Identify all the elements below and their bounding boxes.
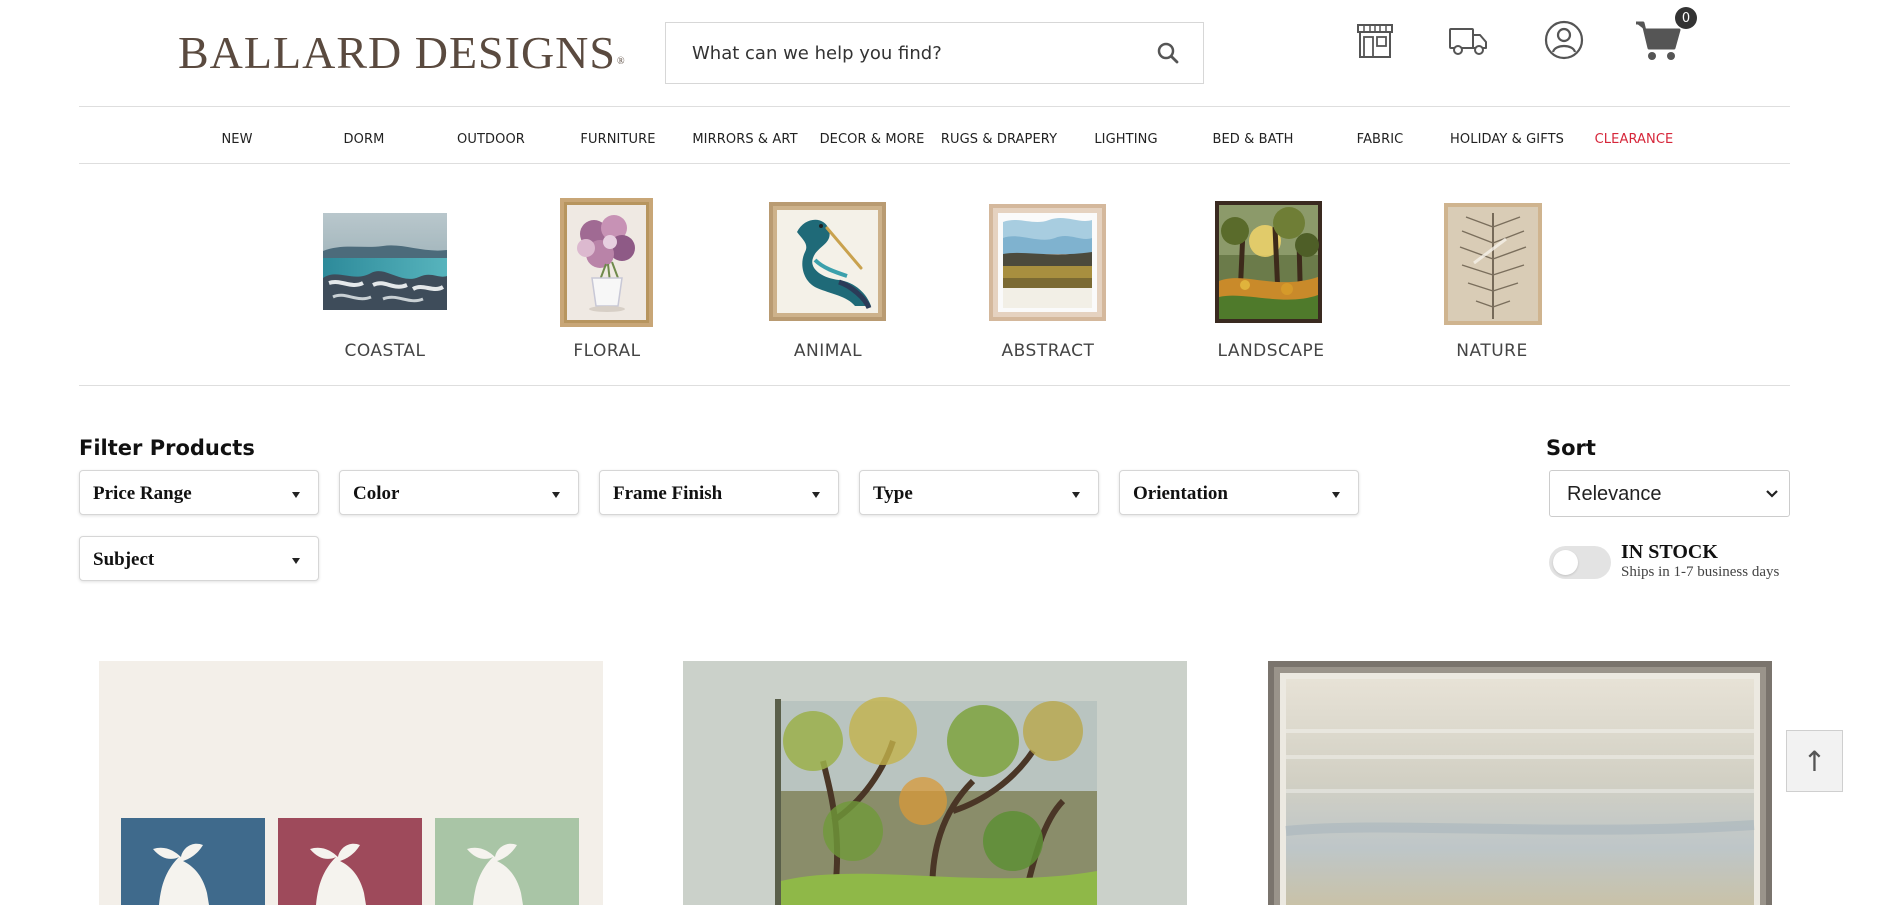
filter-products-heading: Filter Products: [79, 436, 255, 460]
filter-subject-dropdown[interactable]: Subject: [79, 536, 319, 581]
search-icon[interactable]: [1133, 23, 1203, 83]
in-stock-toggle[interactable]: [1549, 546, 1611, 579]
site-logo[interactable]: BALLARD DESIGNS®: [178, 26, 626, 79]
account-icon[interactable]: [1544, 20, 1584, 65]
category-label-abstract[interactable]: ABSTRACT: [1002, 341, 1095, 361]
back-to-top-button[interactable]: ↑: [1786, 730, 1843, 792]
category-image-landscape[interactable]: [1215, 201, 1322, 328]
caret-down-icon: [552, 492, 560, 498]
category-label-landscape[interactable]: LANDSCAPE: [1217, 341, 1324, 361]
caret-down-icon: [812, 492, 820, 498]
nav-clearance[interactable]: CLEARANCE: [1595, 132, 1674, 147]
category-image-nature[interactable]: [1444, 203, 1542, 330]
caret-down-icon: [1072, 492, 1080, 498]
filter-orientation-dropdown[interactable]: Orientation: [1119, 470, 1359, 515]
filter-label: Frame Finish: [613, 483, 723, 504]
nav-divider: [79, 163, 1790, 164]
main-nav: NEW DORM OUTDOOR FURNITURE MIRRORS & ART…: [0, 132, 1882, 152]
nav-furniture[interactable]: FURNITURE: [580, 132, 655, 147]
product-card-image-1[interactable]: [99, 661, 603, 905]
nav-fabric[interactable]: FABRIC: [1357, 132, 1404, 147]
category-image-animal[interactable]: [769, 202, 886, 326]
nav-dorm[interactable]: DORM: [344, 132, 385, 147]
caret-down-icon: [292, 558, 300, 564]
filter-label: Orientation: [1133, 483, 1228, 504]
filter-label: Color: [353, 483, 400, 504]
search-input[interactable]: [666, 23, 1133, 83]
nav-new[interactable]: NEW: [221, 132, 252, 147]
filter-label: Type: [873, 483, 913, 504]
category-image-coastal[interactable]: [323, 213, 447, 315]
category-label-floral[interactable]: FLORAL: [573, 341, 640, 361]
filter-label: Price Range: [93, 483, 192, 504]
nav-bed-bath[interactable]: BED & BATH: [1212, 132, 1293, 147]
nav-holiday-gifts[interactable]: HOLIDAY & GIFTS: [1450, 132, 1564, 147]
category-image-floral[interactable]: [560, 198, 653, 332]
chevron-down-icon: [1765, 486, 1779, 505]
cart-icon[interactable]: [1634, 18, 1682, 67]
nav-lighting[interactable]: LIGHTING: [1094, 132, 1157, 147]
toggle-knob: [1553, 550, 1578, 575]
logo-text: BALLARD DESIGNS: [178, 27, 616, 78]
category-label-nature[interactable]: NATURE: [1456, 341, 1527, 361]
nav-decor-more[interactable]: DECOR & MORE: [820, 132, 925, 147]
nav-rugs-drapery[interactable]: RUGS & DRAPERY: [941, 132, 1057, 147]
store-icon[interactable]: [1355, 21, 1395, 64]
caret-down-icon: [292, 492, 300, 498]
product-card-image-3[interactable]: [1268, 661, 1772, 905]
cart-count-badge: 0: [1675, 7, 1697, 29]
sort-selected-value: Relevance: [1567, 483, 1662, 505]
category-image-abstract[interactable]: [989, 204, 1106, 326]
logo-registered-mark: ®: [616, 56, 626, 67]
nav-mirrors-art[interactable]: MIRRORS & ART: [692, 132, 797, 147]
category-divider: [79, 385, 1790, 386]
shipping-note: Ships in 1-7 business days: [1621, 564, 1780, 580]
filter-price-range-dropdown[interactable]: Price Range: [79, 470, 319, 515]
sort-select[interactable]: Relevance: [1549, 470, 1790, 517]
arrow-up-icon: ↑: [1802, 744, 1827, 778]
sort-heading: Sort: [1546, 436, 1596, 460]
filter-type-dropdown[interactable]: Type: [859, 470, 1099, 515]
search-bar: [665, 22, 1204, 84]
nav-outdoor[interactable]: OUTDOOR: [457, 132, 525, 147]
header-divider: [79, 106, 1790, 107]
filter-color-dropdown[interactable]: Color: [339, 470, 579, 515]
filter-label: Subject: [93, 549, 155, 570]
filter-frame-finish-dropdown[interactable]: Frame Finish: [599, 470, 839, 515]
truck-icon[interactable]: [1448, 26, 1488, 61]
product-card-image-2[interactable]: [683, 661, 1187, 905]
category-label-animal[interactable]: ANIMAL: [794, 341, 862, 361]
caret-down-icon: [1332, 492, 1340, 498]
category-label-coastal[interactable]: COASTAL: [344, 341, 425, 361]
in-stock-label: IN STOCK: [1621, 541, 1718, 563]
